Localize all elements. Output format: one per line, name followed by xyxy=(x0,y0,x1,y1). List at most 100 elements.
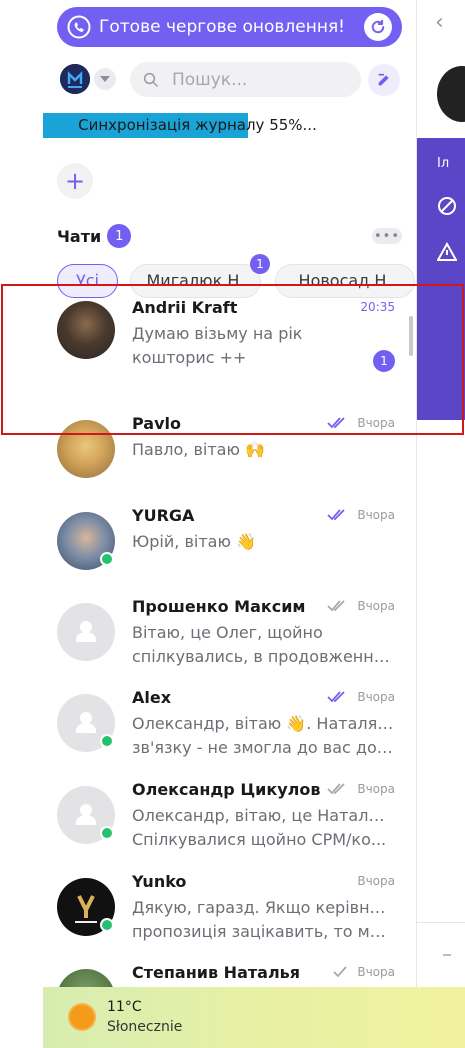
avatar xyxy=(57,603,115,661)
back-arrow-icon[interactable]: ‹ xyxy=(435,10,444,35)
chat-item-proshenko[interactable]: Прошенко Максим Вчора Вітаю, це Олег, що… xyxy=(43,597,403,688)
chat-name: Степанив Наталья xyxy=(132,963,301,982)
chat-time-text: Вчора xyxy=(357,508,395,522)
tab-label: Мигалюк Н. xyxy=(146,271,245,290)
chat-preview: Вітаю, це Олег, щойно спілкувались, в пр… xyxy=(132,621,394,669)
chat-preview: Павло, вітаю 🙌 xyxy=(132,438,394,462)
chat-preview-line: Павло, вітаю 🙌 xyxy=(132,440,265,459)
chat-name: Олександр Цикулов xyxy=(132,780,321,799)
tab-label: Новосад Н. xyxy=(298,271,392,290)
chat-preview-line: Дякую, гаразд. Якщо керівника xyxy=(132,898,394,917)
chat-time: Вчора xyxy=(327,690,395,704)
divider xyxy=(443,954,451,956)
chat-preview-line: Спілкувалися щойно CPM/ко... xyxy=(132,830,387,849)
chat-name: Yunko xyxy=(132,872,187,891)
chat-time: Вчора xyxy=(327,508,395,522)
chat-item-tsykulov[interactable]: Олександр Цикулов Вчора Олександр, вітаю… xyxy=(43,780,403,871)
chat-list-scrollbar[interactable] xyxy=(409,316,413,356)
double-check-icon xyxy=(327,691,345,703)
chat-time: Вчора xyxy=(327,416,395,430)
chat-preview-line: Олександр, вітаю, це Наталя 🙌 xyxy=(132,806,394,825)
warning-icon[interactable] xyxy=(437,242,457,262)
divider xyxy=(417,922,465,923)
chat-time-text: Вчора xyxy=(357,690,395,704)
chat-preview: Юрій, вітаю 👋 xyxy=(132,530,394,554)
double-check-icon xyxy=(327,417,345,429)
chat-preview-line: Думаю візьму на рік xyxy=(132,324,303,343)
chat-preview: Олександр, вітаю 👋. Наталя на зв'язку - … xyxy=(132,712,394,760)
online-indicator xyxy=(100,552,114,566)
double-check-icon xyxy=(327,509,345,521)
chat-time-text: Вчора xyxy=(357,416,395,430)
tab-novosad[interactable]: Новосад Н. xyxy=(275,264,415,298)
chat-preview-line: Олександр, вітаю 👋. Наталя на xyxy=(132,714,394,733)
account-logo-icon xyxy=(60,64,90,94)
chat-name: Andrii Kraft xyxy=(132,298,238,317)
folder-tabs: Усі Мигалюк Н. Новосад Н. xyxy=(57,264,416,300)
conversation-info-banner: Іл xyxy=(417,138,465,420)
avatar xyxy=(57,301,115,359)
tab-label: Усі xyxy=(76,271,99,290)
chats-title: Чати xyxy=(57,226,102,246)
sync-progress-text: Синхронізація журналу 55%... xyxy=(78,116,317,134)
info-banner-text: Іл xyxy=(437,156,450,171)
weather-widget[interactable]: 11°C Słonecznie xyxy=(43,987,465,1048)
chat-name: YURGA xyxy=(132,506,195,525)
refresh-button[interactable] xyxy=(364,13,392,41)
ellipsis-icon: ••• xyxy=(373,228,400,244)
check-icon xyxy=(333,966,348,978)
chat-time: Вчора xyxy=(357,874,395,888)
avatar xyxy=(57,420,115,478)
double-check-icon xyxy=(327,783,345,795)
chat-preview-line: кошторис ++ xyxy=(132,348,247,367)
viber-logo-icon xyxy=(67,15,91,39)
chat-preview-line: спілкувались, в продовження ... xyxy=(132,647,394,666)
plus-icon: + xyxy=(64,167,86,195)
chat-preview-line: Вітаю, це Олег, щойно xyxy=(132,623,323,642)
chat-name: Pavlo xyxy=(132,414,181,433)
sync-progress-bar: Синхронізація журналу 55%... xyxy=(43,113,352,138)
chat-time-text: Вчора xyxy=(357,782,395,796)
chat-item-yurga[interactable]: YURGA Вчора Юрій, вітаю 👋 xyxy=(43,506,403,597)
conversation-pane-edge: ‹ Іл xyxy=(416,0,465,1048)
update-banner-text: Готове чергове оновлення! xyxy=(99,17,345,37)
default-avatar-icon xyxy=(76,621,96,642)
chat-item-yunko[interactable]: Yunko Вчора Дякую, гаразд. Якщо керівник… xyxy=(43,872,403,963)
chats-header: Чати 1 ••• xyxy=(57,224,402,248)
search-icon xyxy=(143,72,158,87)
chat-preview-line: Юрій, вітаю 👋 xyxy=(132,532,256,551)
chat-preview-line: зв'язку - не змогла до вас доз... xyxy=(132,738,394,757)
account-switcher[interactable] xyxy=(60,62,116,96)
tab-myhaliuk[interactable]: Мигалюк Н. xyxy=(130,264,261,298)
chat-preview-line: пропозиція зацікавить, то ми і... xyxy=(132,922,394,941)
online-indicator xyxy=(100,826,114,840)
search-input[interactable] xyxy=(172,69,342,90)
online-indicator xyxy=(100,734,114,748)
account-avatar xyxy=(60,64,90,94)
chat-item-andrii-kraft[interactable]: Andrii Kraft 20:35 Думаю візьму на рік к… xyxy=(43,298,403,389)
chat-item-pavlo[interactable]: Pavlo Вчора Павло, вітаю 🙌 xyxy=(43,414,403,505)
chat-time-text: Вчора xyxy=(357,965,395,979)
block-icon[interactable] xyxy=(437,196,457,216)
double-check-icon xyxy=(327,600,345,612)
chat-time: Вчора xyxy=(333,965,395,979)
chat-preview: Дякую, гаразд. Якщо керівника пропозиція… xyxy=(132,896,394,944)
weather-condition: Słonecznie xyxy=(107,1019,183,1035)
update-banner[interactable]: Готове чергове оновлення! xyxy=(57,7,402,47)
sun-icon xyxy=(70,1005,94,1029)
compose-icon xyxy=(378,73,389,86)
refresh-icon xyxy=(371,19,385,34)
add-button[interactable]: + xyxy=(57,163,93,199)
more-options-button[interactable]: ••• xyxy=(372,228,402,244)
chats-unread-badge: 1 xyxy=(107,224,132,248)
left-margin xyxy=(0,0,43,1048)
weather-temperature: 11°C xyxy=(107,999,142,1015)
tab-all[interactable]: Усі xyxy=(57,264,118,298)
new-message-button[interactable] xyxy=(368,64,400,96)
chat-time-text: Вчора xyxy=(357,874,395,888)
chat-name: Прошенко Максим xyxy=(132,597,306,616)
tab-unread-badge: 1 xyxy=(250,254,270,274)
chat-item-alex[interactable]: Alex Вчора Олександр, вітаю 👋. Наталя на… xyxy=(43,688,403,779)
search-bar[interactable] xyxy=(130,62,361,97)
chat-preview: Олександр, вітаю, це Наталя 🙌 Спілкували… xyxy=(132,804,394,852)
